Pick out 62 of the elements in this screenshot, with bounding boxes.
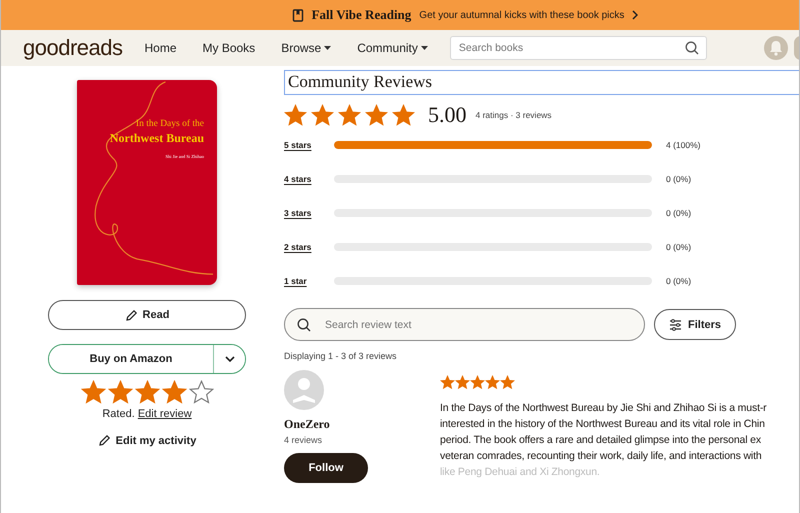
star-icon[interactable] [80,379,106,406]
notifications-button[interactable] [764,36,788,60]
rating-count: 0 (0%) [666,276,692,286]
bell-icon [769,40,783,56]
section-heading: Community Reviews [284,70,799,95]
search-icon [684,41,699,55]
search-icon [297,318,311,332]
buy-button[interactable]: Buy on Amazon [49,345,214,373]
cover-title: Northwest Bureau [110,131,204,146]
star-filter-link[interactable]: 5 stars [284,140,334,150]
star-icon[interactable] [134,379,160,406]
cover-title: In the Days of the [136,119,204,129]
promo-title: Fall Vibe Reading [312,7,412,23]
star-icon [500,375,515,390]
review-text: In the Days of the Northwest Bureau by Jie Shi and Zhihao Si is a must-r interested in the history of the Northwest Bureau and its vital role in Chin period. The book offers a rare and detailed glimpse into the personal ex veteran comrades, recounting their work, daily life, and interactions with like Peng Dehuai and Xi Zhongxun. [440,401,767,480]
star-icon[interactable] [160,379,188,406]
star-filter-link[interactable]: 3 stars [284,208,334,218]
edit-review-link[interactable]: Edit review [138,408,192,420]
star-filter-link[interactable]: 2 stars [284,242,334,252]
results-count: Displaying 1 - 3 of 3 reviews [284,351,398,361]
star-filter-link[interactable]: 1 star [284,276,334,286]
star-icon[interactable] [106,379,134,406]
star-icon[interactable] [188,379,214,406]
edit-activity-link[interactable]: Edit my activity [98,434,196,447]
logo[interactable]: goodreads [23,35,122,61]
rated-label: Rated. [102,408,135,420]
star-icon [365,104,388,126]
review-search-field[interactable]: Search review text [284,308,645,341]
chevron-right-icon [632,10,638,20]
star-icon [392,104,415,126]
read-button[interactable]: Read [48,300,246,330]
promo-banner[interactable]: Fall Vibe Reading Get your autumnal kicks with these book picks [1,0,799,30]
average-rating: 5.00 [428,102,466,128]
book-icon [292,8,304,22]
nav-link[interactable]: Home [144,41,176,55]
rating-count: 0 (0%) [666,174,692,184]
star-icon [311,104,334,126]
promo-text: Get your autumnal kicks with these book picks [419,10,624,20]
filters-button[interactable]: Filters [654,309,736,340]
star-icon [455,375,470,390]
star-icon [485,375,500,390]
rating-count: 0 (0%) [666,208,692,218]
nav-link[interactable]: Browse [281,41,332,55]
reviewer-review-count: 4 reviews [284,435,322,445]
profile-avatar[interactable] [794,36,799,60]
star-filter-link[interactable]: 4 stars [284,174,334,184]
follow-button[interactable]: Follow [284,453,368,483]
reviewer-name[interactable]: OneZero [284,417,330,432]
chevron-down-icon [224,356,234,362]
star-icon [284,104,307,126]
pencil-icon [124,308,138,322]
pencil-icon [98,434,111,447]
search-field[interactable]: Search books [450,36,707,60]
star-icon [470,375,485,390]
star-icon [440,375,455,390]
nav-link[interactable]: My Books [202,41,256,55]
rating-counts: 4 ratings · 3 reviews [476,110,552,120]
star-icon [338,104,361,126]
nav-link[interactable]: Community [357,41,428,55]
rating-count: 0 (0%) [666,242,692,252]
sliders-icon [668,318,682,330]
rating-count: 4 (100%) [666,140,700,150]
